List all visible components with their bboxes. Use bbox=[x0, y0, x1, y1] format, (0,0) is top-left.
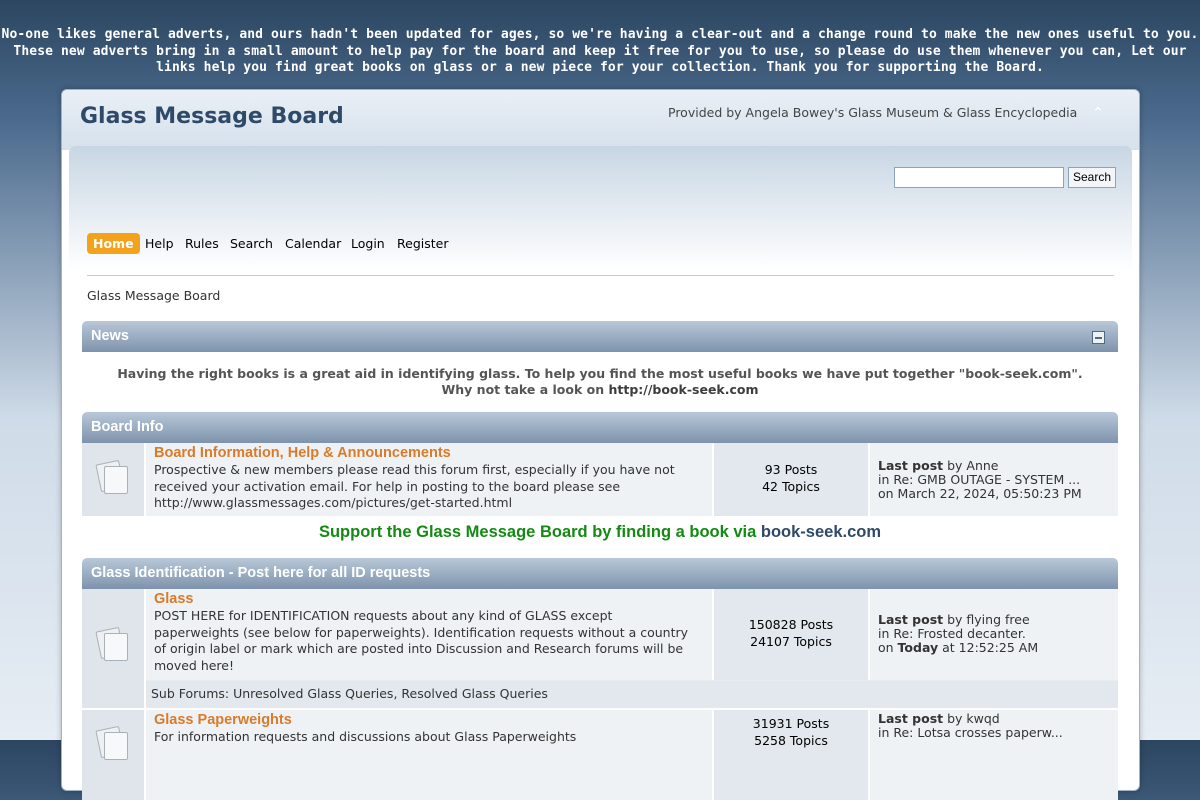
provided-by-text: Provided by Angela Bowey's Glass Museum … bbox=[668, 105, 1078, 120]
search-button[interactable]: Search bbox=[1068, 167, 1116, 188]
board-posts: 150828 Posts bbox=[748, 617, 834, 632]
board-info-cell: Glass Paperweights For information reque… bbox=[146, 710, 714, 800]
board-posts: 93 Posts bbox=[764, 462, 818, 477]
book-seek-link[interactable]: http://book-seek.com bbox=[608, 382, 758, 397]
last-post-time: on March 22, 2024, 05:50:23 PM bbox=[878, 486, 1082, 501]
category-header-glass-identification: Glass Identification - Post here for all… bbox=[82, 558, 1118, 589]
board-description: Prospective & new members please read th… bbox=[154, 462, 675, 510]
board-stats: 93 Posts 42 Topics bbox=[714, 443, 870, 516]
board-description: POST HERE for IDENTIFICATION requests ab… bbox=[154, 608, 689, 673]
board-last-post: Last post by kwqd in Re: Lotsa crosses p… bbox=[870, 710, 1118, 800]
board-topics: 42 Topics bbox=[762, 478, 820, 494]
board-last-post: Last post by flying free in Re: Frosted … bbox=[870, 589, 1118, 680]
menu-item-search[interactable]: Search bbox=[230, 233, 273, 254]
board-description: For information requests and discussions… bbox=[154, 729, 577, 744]
board-row: Glass Paperweights For information reque… bbox=[82, 710, 1118, 800]
board-row: Glass POST HERE for IDENTIFICATION reque… bbox=[82, 589, 1118, 708]
news-content: Having the right books is a great aid in… bbox=[82, 366, 1118, 398]
category-title[interactable]: Glass Identification - Post here for all… bbox=[91, 565, 430, 581]
forum-wrapper: Glass Message Board Provided by Angela B… bbox=[61, 89, 1140, 800]
board-read-icon bbox=[95, 725, 128, 760]
last-post-label: Last post bbox=[878, 458, 944, 473]
board-read-icon bbox=[95, 626, 128, 661]
board-icon-cell bbox=[82, 589, 146, 708]
board-name-link[interactable]: Glass bbox=[154, 591, 194, 607]
board-name-link[interactable]: Board Information, Help & Announcements bbox=[154, 445, 451, 461]
last-post-on-prefix: on bbox=[878, 640, 898, 655]
board-stats: 31931 Posts 5258 Topics bbox=[714, 710, 870, 800]
board-info-cell: Glass POST HERE for IDENTIFICATION reque… bbox=[146, 589, 714, 680]
last-post-day: Today bbox=[897, 640, 939, 655]
support-book-seek-link[interactable]: book-seek.com bbox=[761, 523, 881, 541]
board-posts: 31931 Posts bbox=[752, 716, 830, 731]
board-last-post: Last post by Anne in Re: GMB OUTAGE - SY… bbox=[870, 443, 1118, 516]
subforums-line: Sub Forums: Unresolved Glass Queries, Re… bbox=[151, 686, 548, 701]
breadcrumb[interactable]: Glass Message Board bbox=[87, 288, 220, 303]
last-post-author[interactable]: by flying free bbox=[947, 612, 1030, 627]
category-title[interactable]: Board Info bbox=[91, 419, 164, 435]
collapse-header-icon[interactable]: ⌃ bbox=[1090, 105, 1106, 121]
news-header: News bbox=[82, 321, 1118, 352]
advert-announcement: No-one likes general adverts, and ours h… bbox=[1, 27, 1199, 75]
last-post-author[interactable]: by Anne bbox=[947, 458, 998, 473]
board-row: Board Information, Help & Announcements … bbox=[82, 443, 1118, 516]
board-name-link[interactable]: Glass Paperweights bbox=[154, 712, 292, 728]
support-banner: Support the Glass Message Board by findi… bbox=[82, 523, 1118, 542]
board-stats: 150828 Posts 24107 Topics bbox=[714, 589, 870, 680]
subforums-row: Sub Forums: Unresolved Glass Queries, Re… bbox=[146, 681, 1118, 708]
last-post-topic-link[interactable]: in Re: Lotsa crosses paperw... bbox=[878, 725, 1063, 741]
menu-item-login[interactable]: Login bbox=[351, 233, 385, 254]
collapse-news-icon[interactable] bbox=[1092, 331, 1105, 344]
last-post-author[interactable]: by kwqd bbox=[947, 711, 1000, 726]
menu-item-calendar[interactable]: Calendar bbox=[285, 233, 341, 254]
upper-section bbox=[69, 146, 1132, 271]
category-header-board-info: Board Info bbox=[82, 412, 1118, 443]
board-read-icon bbox=[95, 459, 128, 494]
last-post-clock: at 12:52:25 AM bbox=[938, 640, 1039, 655]
last-post-label: Last post bbox=[878, 612, 944, 627]
news-line-2: Why not take a look on http://book-seek.… bbox=[82, 382, 1118, 398]
board-info-cell: Board Information, Help & Announcements … bbox=[146, 443, 714, 516]
menu-item-rules[interactable]: Rules bbox=[185, 233, 219, 254]
last-post-time: on Today at 12:52:25 AM bbox=[878, 640, 1039, 656]
menu-item-help[interactable]: Help bbox=[145, 233, 174, 254]
search-input[interactable] bbox=[894, 167, 1064, 188]
news-line-2-prefix: Why not take a look on bbox=[441, 382, 609, 397]
news-title: News bbox=[91, 328, 129, 344]
news-line-1: Having the right books is a great aid in… bbox=[117, 366, 1083, 381]
board-topics: 24107 Topics bbox=[750, 633, 832, 649]
subforums-label: Sub Forums bbox=[151, 686, 225, 701]
last-post-label: Last post bbox=[878, 711, 944, 726]
menu-item-register[interactable]: Register bbox=[397, 233, 448, 254]
board-icon-cell bbox=[82, 443, 146, 516]
board-topics: 5258 Topics bbox=[754, 732, 828, 748]
subforums-links[interactable]: Unresolved Glass Queries, Resolved Glass… bbox=[233, 686, 548, 701]
board-icon-cell bbox=[82, 710, 146, 800]
forum-title[interactable]: Glass Message Board bbox=[80, 104, 344, 129]
menu-divider bbox=[87, 275, 1114, 276]
menu-item-home[interactable]: Home bbox=[87, 233, 140, 254]
support-text: Support the Glass Message Board by findi… bbox=[318, 523, 761, 541]
